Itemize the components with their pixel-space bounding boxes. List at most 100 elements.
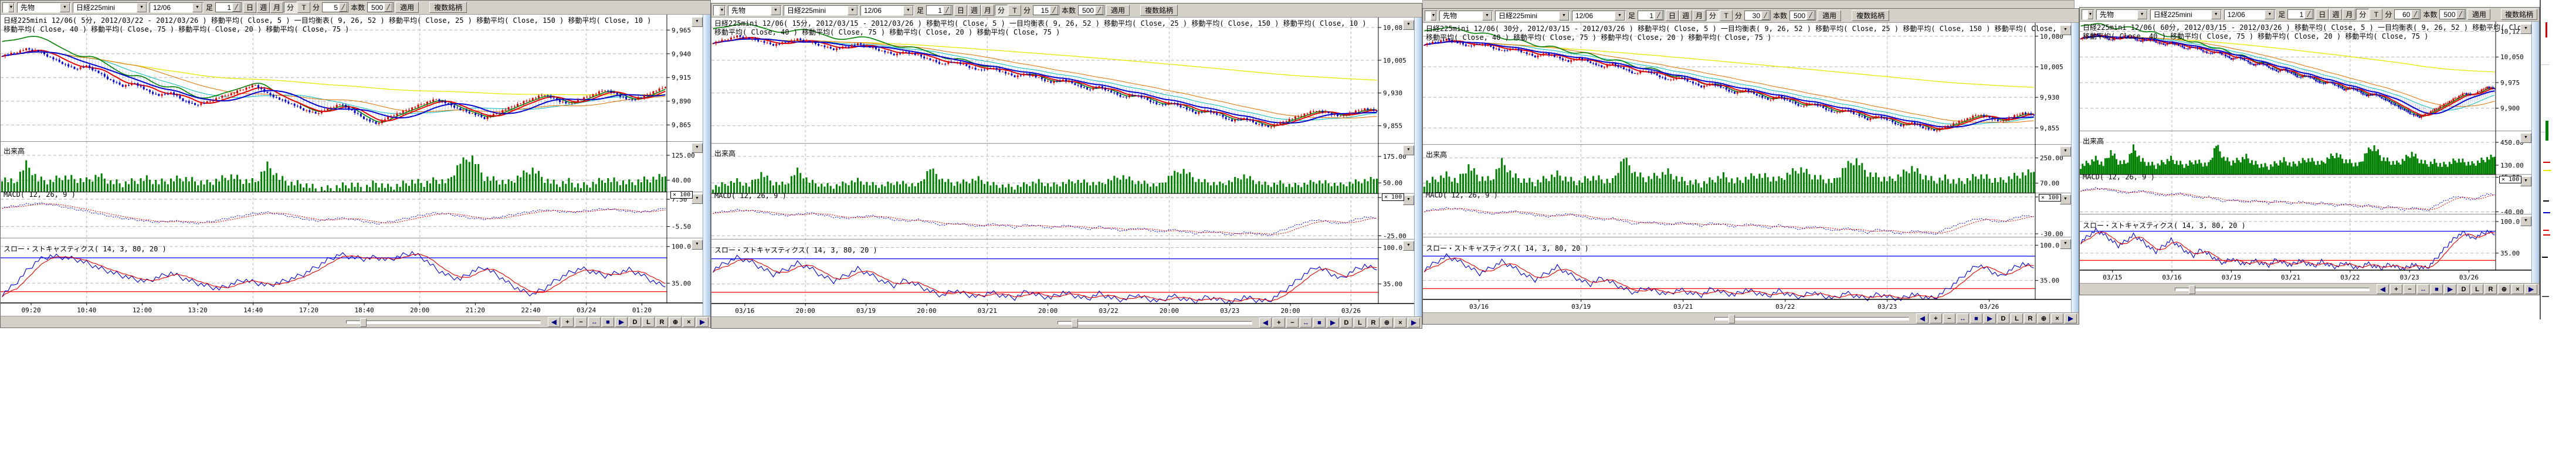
symbol-combo[interactable]: 日経225mini▼ [1495, 11, 1570, 21]
bars-spinner[interactable]: 500╱ [1078, 5, 1104, 15]
spinner-icon[interactable]: ╱ [339, 3, 347, 12]
zoom-slider-thumb[interactable] [2189, 285, 2195, 294]
period-button-4[interactable]: T [1008, 5, 1021, 16]
fit-width-button[interactable]: ↔ [2417, 284, 2429, 294]
zoom-slider-thumb[interactable] [1728, 315, 1735, 323]
pane-menu-button[interactable]: ▼ [2060, 25, 2071, 35]
ashi-spinner[interactable]: 1╱ [926, 5, 953, 15]
spinner-icon[interactable]: ╱ [1655, 11, 1663, 20]
spinner-icon[interactable]: ╱ [2456, 10, 2465, 19]
d-mode-button[interactable]: D [1997, 313, 2009, 323]
close-tool-button[interactable]: × [2511, 284, 2524, 294]
scroll-left-button[interactable]: ◀ [1916, 313, 1928, 323]
zoom-slider-thumb[interactable] [1072, 319, 1078, 328]
period-button-2[interactable]: 月 [270, 2, 283, 13]
pane-menu-button[interactable]: ▼ [2060, 146, 2071, 156]
zoom-slider[interactable] [1714, 317, 1909, 321]
pane-menu-button[interactable]: ▼ [2520, 216, 2531, 226]
spinner-icon[interactable]: ╱ [384, 3, 392, 12]
spinner-icon[interactable]: ╱ [1050, 6, 1058, 15]
period-button-3[interactable]: 分 [284, 2, 297, 13]
category-combo[interactable]: 先物▼ [1439, 11, 1493, 21]
magnify-button[interactable]: ⊕ [669, 317, 682, 327]
scroll-left-button[interactable]: ◀ [548, 317, 560, 327]
ashi-spinner[interactable]: 1╱ [2287, 9, 2314, 19]
minutes-spinner[interactable]: 15╱ [1033, 5, 1059, 15]
close-tool-button[interactable]: × [2051, 313, 2063, 323]
magnify-button[interactable]: ⊕ [2038, 313, 2050, 323]
pane-menu-button[interactable]: ▼ [2060, 239, 2071, 249]
stop-button[interactable]: ■ [2431, 284, 2443, 294]
play-button[interactable]: ▶ [2444, 284, 2456, 294]
spinner-icon[interactable]: ╱ [943, 6, 951, 15]
chart-style-combo[interactable]: ▼ [2082, 9, 2094, 20]
apply-button[interactable]: 適用 [1106, 5, 1130, 16]
period-button-0[interactable]: 日 [1666, 10, 1679, 21]
vertical-scrollbar[interactable] [1414, 18, 1422, 316]
stop-button[interactable]: ■ [602, 317, 614, 327]
spinner-icon[interactable]: ╱ [1806, 11, 1815, 20]
pane-menu-button[interactable]: ▼ [692, 194, 703, 204]
multi-symbol-button[interactable]: 複数銘柄 [2501, 9, 2537, 20]
zoom-out-button[interactable]: − [1286, 318, 1299, 328]
category-combo[interactable]: 先物▼ [17, 2, 71, 13]
zoom-in-button[interactable]: + [1273, 318, 1285, 328]
scroll-right-button[interactable]: ▶ [1408, 318, 1420, 328]
pane-menu-button[interactable]: ▼ [1403, 195, 1414, 205]
period-button-0[interactable]: 日 [954, 5, 967, 16]
magnify-button[interactable]: ⊕ [2498, 284, 2510, 294]
zoom-slider-thumb[interactable] [360, 318, 367, 327]
minutes-spinner[interactable]: 60╱ [2394, 9, 2421, 19]
close-tool-button[interactable]: × [1394, 318, 1406, 328]
multi-symbol-button[interactable]: 複数銘柄 [1852, 10, 1889, 21]
scroll-left-button[interactable]: ◀ [2377, 284, 2389, 294]
zoom-slider[interactable] [2175, 288, 2370, 291]
contract-combo[interactable]: 12/06▼ [860, 5, 914, 16]
zoom-slider[interactable] [1057, 321, 1252, 325]
bars-spinner[interactable]: 500╱ [367, 2, 394, 12]
fit-width-button[interactable]: ↔ [1957, 313, 1969, 323]
pane-menu-button[interactable]: ▼ [2520, 24, 2531, 34]
pane-menu-button[interactable]: ▼ [1403, 145, 1414, 155]
period-button-3[interactable]: 分 [1706, 10, 1719, 21]
symbol-combo[interactable]: 日経225mini▼ [784, 5, 859, 16]
spinner-icon[interactable]: ╱ [2411, 10, 2419, 19]
period-button-2[interactable]: 月 [981, 5, 994, 16]
spinner-icon[interactable]: ╱ [1761, 11, 1770, 20]
multi-symbol-button[interactable]: 複数銘柄 [1140, 5, 1178, 16]
magnify-button[interactable]: ⊕ [1381, 318, 1393, 328]
r-mode-button[interactable]: R [2024, 313, 2036, 323]
symbol-combo[interactable]: 日経225mini▼ [2150, 9, 2222, 20]
spinner-icon[interactable]: ╱ [1095, 6, 1103, 15]
period-button-1[interactable]: 週 [257, 2, 270, 13]
apply-button[interactable]: 適用 [1818, 10, 1841, 21]
chart-style-combo[interactable]: ▼ [1425, 11, 1438, 21]
l-mode-button[interactable]: L [2471, 284, 2483, 294]
period-button-2[interactable]: 月 [2343, 9, 2355, 20]
bars-spinner[interactable]: 500╱ [1789, 11, 1816, 21]
period-button-4[interactable]: T [1720, 10, 1733, 21]
play-button[interactable]: ▶ [615, 317, 628, 327]
bars-spinner[interactable]: 500╱ [2439, 9, 2466, 19]
zoom-in-button[interactable]: + [2390, 284, 2402, 294]
d-mode-button[interactable]: D [629, 317, 641, 327]
symbol-combo[interactable]: 日経225mini▼ [73, 2, 148, 13]
pane-menu-button[interactable]: ▼ [2520, 176, 2531, 186]
spinner-icon[interactable]: ╱ [232, 3, 240, 12]
period-button-0[interactable]: 日 [2316, 9, 2328, 20]
category-combo[interactable]: 先物▼ [728, 5, 782, 16]
d-mode-button[interactable]: D [1340, 318, 1353, 328]
stop-button[interactable]: ■ [1313, 318, 1326, 328]
d-mode-button[interactable]: D [2458, 284, 2470, 294]
minutes-spinner[interactable]: 5╱ [322, 2, 348, 12]
r-mode-button[interactable]: R [656, 317, 668, 327]
pane-menu-button[interactable]: ▼ [2060, 195, 2071, 204]
zoom-out-button[interactable]: − [2404, 284, 2416, 294]
stop-button[interactable]: ■ [1970, 313, 1982, 323]
period-button-0[interactable]: 日 [243, 2, 256, 13]
spinner-icon[interactable]: ╱ [2304, 10, 2313, 19]
fit-width-button[interactable]: ↔ [588, 317, 601, 327]
close-tool-button[interactable]: × [683, 317, 695, 327]
chart-style-combo[interactable]: ▼ [713, 5, 726, 16]
pane-menu-button[interactable]: ▼ [692, 143, 703, 153]
